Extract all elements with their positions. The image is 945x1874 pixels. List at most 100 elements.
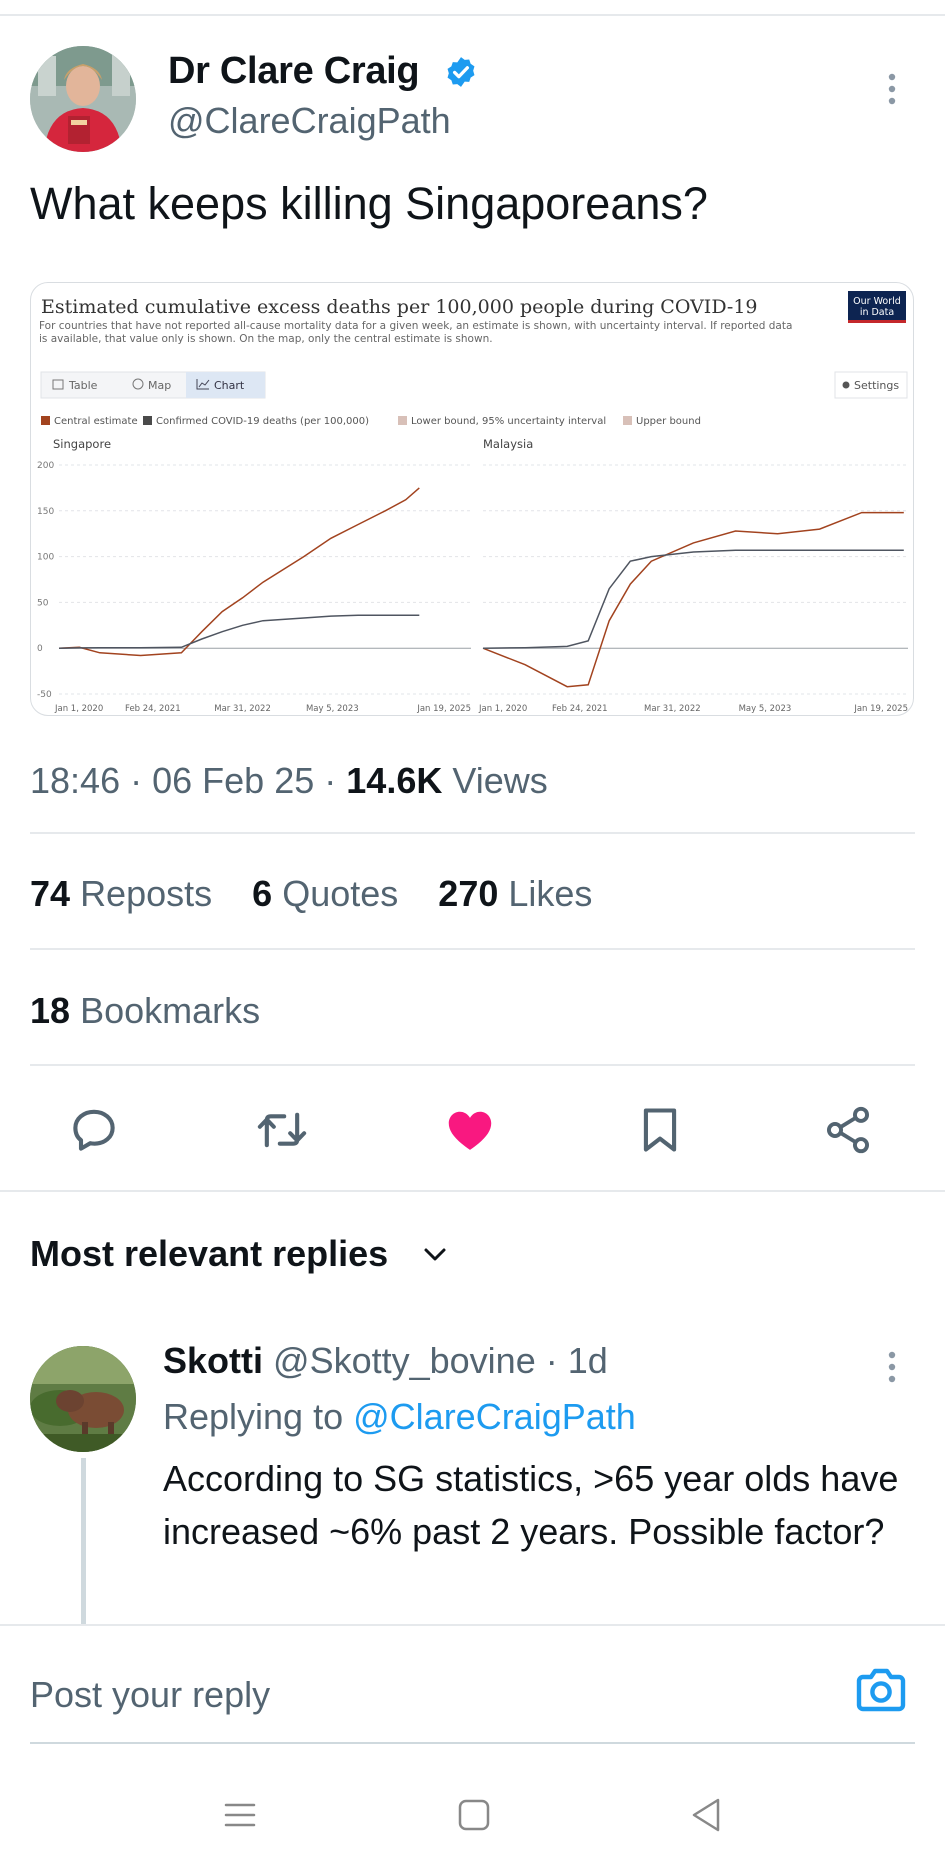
x-tick-label-1-1: Feb 24, 2021 — [552, 704, 608, 714]
x-tick-label-1-2: Mar 31, 2022 — [644, 704, 701, 714]
reposts-stat[interactable]: 74 Reposts — [30, 873, 212, 914]
meta-separator-2: · — [324, 760, 337, 801]
tweet-meta: 18:46 · 06 Feb 25 · 14.6K Views — [30, 760, 548, 802]
x-tick-label-0-3: May 5, 2023 — [306, 704, 359, 714]
x-tick-label-1-4: Jan 19, 2025 — [853, 704, 908, 714]
tweet-date: 06 Feb 25 — [152, 760, 315, 801]
likes-label: Likes — [508, 873, 593, 914]
author-name[interactable]: Dr Clare Craig — [168, 50, 420, 93]
x-tick-label-0-1: Feb 24, 2021 — [125, 704, 181, 714]
back-icon[interactable] — [686, 1795, 726, 1835]
x-tick-label-0-2: Mar 31, 2022 — [214, 704, 271, 714]
y-tick-label-1: 150 — [37, 507, 54, 517]
reply-avatar[interactable] — [30, 1346, 136, 1452]
more-options-icon[interactable] — [880, 72, 904, 106]
quotes-label: Quotes — [282, 873, 399, 914]
bookmarks-label: Bookmarks — [80, 990, 261, 1031]
chart-settings-label: Settings — [854, 379, 899, 392]
like-icon[interactable] — [444, 1104, 496, 1156]
chart-tabs: Table Map Chart — [40, 371, 266, 399]
reply-more-options-icon[interactable] — [880, 1350, 904, 1384]
avatar-image — [30, 46, 136, 152]
legend-label-1: Confirmed COVID-19 deaths (per 100,000) — [156, 416, 369, 427]
home-icon[interactable] — [454, 1795, 494, 1835]
replies-sort-title[interactable]: Most relevant replies — [30, 1233, 388, 1275]
tweet-text: What keeps killing Singaporeans? — [30, 178, 708, 229]
x-tick-label-0-0: Jan 1, 2020 — [54, 704, 103, 714]
chevron-down-icon[interactable] — [422, 1244, 448, 1266]
series-line-1-0 — [482, 511, 904, 688]
recent-apps-icon[interactable] — [220, 1795, 260, 1835]
chart-subtitle: For countries that have not reported all… — [39, 320, 793, 345]
chart-legend: Central estimate Confirmed COVID-19 death… — [41, 416, 701, 427]
quotes-count: 6 — [252, 873, 273, 914]
y-tick-label-0: 200 — [37, 461, 54, 471]
reply-text: According to SG statistics, >65 year old… — [163, 1458, 899, 1552]
author-handle[interactable]: @ClareCraigPath — [168, 100, 451, 142]
engagement-stats: 74 Reposts 6 Quotes 270 Likes — [30, 873, 622, 915]
views-count: 14.6K — [346, 760, 443, 801]
chart-image[interactable]: Estimated cumulative excess deaths per 1… — [30, 282, 914, 716]
tweet-time: 18:46 — [30, 760, 121, 801]
y-tick-label-4: 0 — [37, 644, 43, 654]
panel-title-1: Malaysia — [483, 437, 533, 451]
legend-label-2: Lower bound, 95% uncertainty interval — [411, 416, 606, 427]
thread-line — [81, 1458, 86, 1624]
author-avatar[interactable] — [30, 46, 136, 152]
tab-chart-label: Chart — [214, 379, 245, 392]
reposts-count: 74 — [30, 873, 71, 914]
series-line-0-1 — [58, 614, 420, 649]
chart-subtitle-box: For countries that have not reported all… — [39, 320, 793, 345]
composer-underline — [30, 1742, 915, 1744]
divider-stats — [30, 948, 915, 950]
x-tick-label-1-0: Jan 1, 2020 — [478, 704, 527, 714]
legend-swatch-2 — [398, 416, 407, 425]
divider-bookmarks — [30, 1064, 915, 1066]
share-icon[interactable] — [822, 1104, 874, 1156]
replying-to-mention[interactable]: @ClareCraigPath — [353, 1396, 636, 1437]
y-tick-label-2: 100 — [37, 553, 54, 563]
tab-map-label: Map — [148, 379, 171, 392]
views-label: Views — [452, 760, 548, 801]
bookmarks-count: 18 — [30, 990, 71, 1031]
owid-logo-line1: Our World — [853, 296, 901, 307]
top-divider — [0, 14, 945, 16]
reply-meta-separator: · — [545, 1340, 558, 1381]
composer-top-divider — [0, 1624, 945, 1626]
reply-author-handle[interactable]: @Skotty_bovine — [273, 1340, 536, 1381]
chart-svg: Estimated cumulative excess deaths per 1… — [37, 291, 908, 714]
reply-header: Skotti @Skotty_bovine · 1d — [163, 1340, 608, 1382]
camera-icon[interactable] — [854, 1666, 908, 1714]
chart-settings-button[interactable]: Settings — [834, 371, 908, 399]
series-line-0-0 — [58, 487, 420, 657]
reply-age: 1d — [567, 1340, 608, 1381]
reply-avatar-image — [30, 1346, 136, 1452]
meta-separator-1: · — [130, 760, 143, 801]
reply-icon[interactable] — [68, 1104, 120, 1156]
tab-table-label: Table — [68, 379, 98, 392]
chart-panels: Singapore200150100500-50Jan 1, 2020 Feb 2… — [37, 437, 908, 714]
x-tick-label-1-3: May 5, 2023 — [739, 704, 792, 714]
divider-meta — [30, 832, 915, 834]
chart-title: Estimated cumulative excess deaths per 1… — [41, 296, 758, 318]
divider-actions — [0, 1190, 945, 1192]
bookmarks-stat[interactable]: 18 Bookmarks — [30, 990, 260, 1032]
series-line-1-1 — [482, 549, 904, 649]
owid-logo-line2: in Data — [860, 307, 894, 318]
owid-logo: Our World in Data — [848, 291, 906, 323]
reply-author-name[interactable]: Skotti — [163, 1340, 263, 1381]
bookmark-icon[interactable] — [634, 1104, 686, 1156]
quotes-stat[interactable]: 6 Quotes — [252, 873, 398, 914]
y-tick-label-5: -50 — [37, 690, 52, 700]
likes-stat[interactable]: 270 Likes — [438, 873, 592, 914]
legend-swatch-1 — [143, 416, 152, 425]
verified-badge-icon — [447, 57, 475, 87]
reply-composer-input[interactable]: Post your reply — [30, 1674, 270, 1716]
legend-swatch-3 — [623, 416, 632, 425]
repost-icon[interactable] — [256, 1104, 308, 1156]
panel-title-0: Singapore — [53, 437, 111, 451]
replying-to: Replying to @ClareCraigPath — [163, 1396, 636, 1438]
legend-label-0: Central estimate — [54, 416, 138, 427]
likes-count: 270 — [438, 873, 499, 914]
reposts-label: Reposts — [80, 873, 213, 914]
